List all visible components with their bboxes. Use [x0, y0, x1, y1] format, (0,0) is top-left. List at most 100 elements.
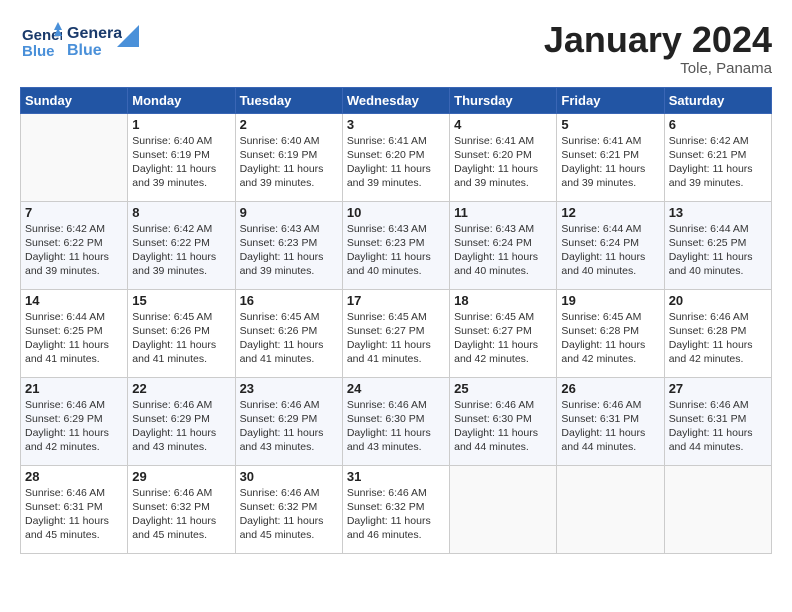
day-info: Sunrise: 6:40 AMSunset: 6:19 PMDaylight:…: [132, 134, 230, 191]
day-number: 10: [347, 205, 445, 220]
day-number: 14: [25, 293, 123, 308]
day-number: 6: [669, 117, 767, 132]
day-info: Sunrise: 6:46 AMSunset: 6:32 PMDaylight:…: [240, 486, 338, 543]
day-info: Sunrise: 6:45 AMSunset: 6:27 PMDaylight:…: [347, 310, 445, 367]
day-info: Sunrise: 6:46 AMSunset: 6:29 PMDaylight:…: [240, 398, 338, 455]
day-info: Sunrise: 6:44 AMSunset: 6:24 PMDaylight:…: [561, 222, 659, 279]
day-number: 18: [454, 293, 552, 308]
day-info: Sunrise: 6:43 AMSunset: 6:24 PMDaylight:…: [454, 222, 552, 279]
calendar-cell: [450, 465, 557, 553]
calendar-cell: 31 Sunrise: 6:46 AMSunset: 6:32 PMDayligh…: [342, 465, 449, 553]
day-info: Sunrise: 6:46 AMSunset: 6:31 PMDaylight:…: [25, 486, 123, 543]
day-number: 9: [240, 205, 338, 220]
calendar-cell: 7 Sunrise: 6:42 AMSunset: 6:22 PMDaylight…: [21, 201, 128, 289]
day-number: 2: [240, 117, 338, 132]
calendar-cell: 25 Sunrise: 6:46 AMSunset: 6:30 PMDayligh…: [450, 377, 557, 465]
calendar-week-0: 1 Sunrise: 6:40 AMSunset: 6:19 PMDaylight…: [21, 113, 772, 201]
calendar-cell: 13Sunrise: 6:44 AMSunset: 6:25 PMDayligh…: [664, 201, 771, 289]
day-info: Sunrise: 6:46 AMSunset: 6:30 PMDaylight:…: [347, 398, 445, 455]
logo-arrow: [117, 25, 139, 47]
calendar-header-row: SundayMondayTuesdayWednesdayThursdayFrid…: [21, 87, 772, 113]
day-info: Sunrise: 6:42 AMSunset: 6:22 PMDaylight:…: [132, 222, 230, 279]
day-number: 29: [132, 469, 230, 484]
calendar-cell: 6 Sunrise: 6:42 AMSunset: 6:21 PMDaylight…: [664, 113, 771, 201]
calendar-week-2: 14 Sunrise: 6:44 AMSunset: 6:25 PMDayligh…: [21, 289, 772, 377]
day-number: 17: [347, 293, 445, 308]
weekday-header-monday: Monday: [128, 87, 235, 113]
day-info: Sunrise: 6:46 AMSunset: 6:28 PMDaylight:…: [669, 310, 767, 367]
day-number: 5: [561, 117, 659, 132]
day-info: Sunrise: 6:46 AMSunset: 6:32 PMDaylight:…: [132, 486, 230, 543]
day-number: 28: [25, 469, 123, 484]
calendar-cell: 23 Sunrise: 6:46 AMSunset: 6:29 PMDayligh…: [235, 377, 342, 465]
day-info: Sunrise: 6:46 AMSunset: 6:30 PMDaylight:…: [454, 398, 552, 455]
svg-text:Blue: Blue: [67, 42, 102, 59]
day-info: Sunrise: 6:41 AMSunset: 6:20 PMDaylight:…: [347, 134, 445, 191]
calendar-cell: 17 Sunrise: 6:45 AMSunset: 6:27 PMDayligh…: [342, 289, 449, 377]
day-info: Sunrise: 6:46 AMSunset: 6:29 PMDaylight:…: [25, 398, 123, 455]
day-number: 31: [347, 469, 445, 484]
day-number: 3: [347, 117, 445, 132]
day-info: Sunrise: 6:42 AMSunset: 6:22 PMDaylight:…: [25, 222, 123, 279]
svg-text:Blue: Blue: [22, 43, 55, 60]
logo-icon: General Blue: [20, 20, 62, 62]
weekday-header-friday: Friday: [557, 87, 664, 113]
calendar-cell: 5 Sunrise: 6:41 AMSunset: 6:21 PMDaylight…: [557, 113, 664, 201]
day-info: Sunrise: 6:46 AMSunset: 6:31 PMDaylight:…: [561, 398, 659, 455]
page: General Blue General Blue January 2024 T…: [0, 0, 792, 612]
day-number: 4: [454, 117, 552, 132]
calendar-cell: 11 Sunrise: 6:43 AMSunset: 6:24 PMDayligh…: [450, 201, 557, 289]
day-number: 7: [25, 205, 123, 220]
day-number: 23: [240, 381, 338, 396]
calendar-week-3: 21 Sunrise: 6:46 AMSunset: 6:29 PMDayligh…: [21, 377, 772, 465]
day-info: Sunrise: 6:46 AMSunset: 6:29 PMDaylight:…: [132, 398, 230, 455]
day-number: 25: [454, 381, 552, 396]
day-number: 30: [240, 469, 338, 484]
weekday-header-sunday: Sunday: [21, 87, 128, 113]
day-number: 27: [669, 381, 767, 396]
calendar-cell: 16Sunrise: 6:45 AMSunset: 6:26 PMDayligh…: [235, 289, 342, 377]
day-number: 11: [454, 205, 552, 220]
day-info: Sunrise: 6:46 AMSunset: 6:32 PMDaylight:…: [347, 486, 445, 543]
calendar-cell: 20 Sunrise: 6:46 AMSunset: 6:28 PMDayligh…: [664, 289, 771, 377]
weekday-header-saturday: Saturday: [664, 87, 771, 113]
day-number: 21: [25, 381, 123, 396]
day-info: Sunrise: 6:45 AMSunset: 6:27 PMDaylight:…: [454, 310, 552, 367]
day-info: Sunrise: 6:41 AMSunset: 6:21 PMDaylight:…: [561, 134, 659, 191]
logo: General Blue General Blue: [20, 20, 139, 62]
day-number: 20: [669, 293, 767, 308]
calendar-cell: 30 Sunrise: 6:46 AMSunset: 6:32 PMDayligh…: [235, 465, 342, 553]
day-info: Sunrise: 6:44 AMSunset: 6:25 PMDaylight:…: [669, 222, 767, 279]
logo-text-svg: General Blue: [67, 22, 122, 60]
day-info: Sunrise: 6:41 AMSunset: 6:20 PMDaylight:…: [454, 134, 552, 191]
day-number: 16: [240, 293, 338, 308]
calendar-cell: 21 Sunrise: 6:46 AMSunset: 6:29 PMDayligh…: [21, 377, 128, 465]
calendar-cell: 28 Sunrise: 6:46 AMSunset: 6:31 PMDayligh…: [21, 465, 128, 553]
calendar-cell: [21, 113, 128, 201]
calendar-cell: 12 Sunrise: 6:44 AMSunset: 6:24 PMDayligh…: [557, 201, 664, 289]
day-info: Sunrise: 6:42 AMSunset: 6:21 PMDaylight:…: [669, 134, 767, 191]
calendar-table: SundayMondayTuesdayWednesdayThursdayFrid…: [20, 87, 772, 554]
calendar-cell: 24 Sunrise: 6:46 AMSunset: 6:30 PMDayligh…: [342, 377, 449, 465]
day-info: Sunrise: 6:46 AMSunset: 6:31 PMDaylight:…: [669, 398, 767, 455]
day-info: Sunrise: 6:44 AMSunset: 6:25 PMDaylight:…: [25, 310, 123, 367]
calendar-cell: [664, 465, 771, 553]
header: General Blue General Blue January 2024 T…: [20, 20, 772, 77]
calendar-cell: 15Sunrise: 6:45 AMSunset: 6:26 PMDayligh…: [128, 289, 235, 377]
day-info: Sunrise: 6:40 AMSunset: 6:19 PMDaylight:…: [240, 134, 338, 191]
calendar-cell: [557, 465, 664, 553]
svg-text:General: General: [67, 25, 122, 42]
calendar-subtitle: Tole, Panama: [544, 60, 772, 77]
calendar-cell: 8Sunrise: 6:42 AMSunset: 6:22 PMDaylight…: [128, 201, 235, 289]
day-info: Sunrise: 6:43 AMSunset: 6:23 PMDaylight:…: [240, 222, 338, 279]
day-number: 22: [132, 381, 230, 396]
day-number: 24: [347, 381, 445, 396]
day-number: 1: [132, 117, 230, 132]
calendar-cell: 1 Sunrise: 6:40 AMSunset: 6:19 PMDaylight…: [128, 113, 235, 201]
day-number: 12: [561, 205, 659, 220]
day-info: Sunrise: 6:43 AMSunset: 6:23 PMDaylight:…: [347, 222, 445, 279]
calendar-cell: 18 Sunrise: 6:45 AMSunset: 6:27 PMDayligh…: [450, 289, 557, 377]
calendar-cell: 26Sunrise: 6:46 AMSunset: 6:31 PMDayligh…: [557, 377, 664, 465]
day-info: Sunrise: 6:45 AMSunset: 6:28 PMDaylight:…: [561, 310, 659, 367]
day-number: 15: [132, 293, 230, 308]
